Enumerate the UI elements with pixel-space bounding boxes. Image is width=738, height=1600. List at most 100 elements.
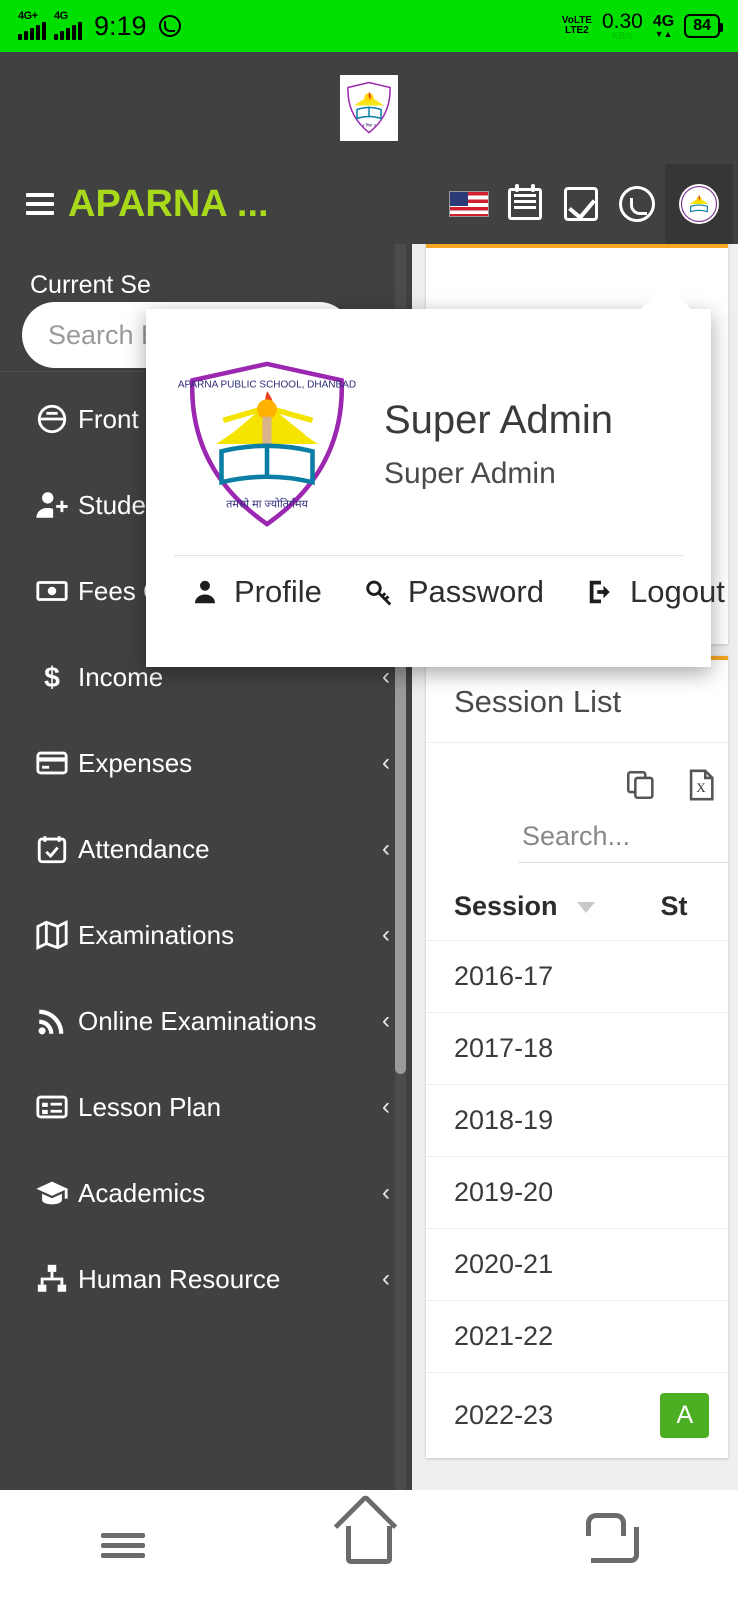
status-badge: A: [660, 1393, 710, 1438]
password-button-label: Password: [407, 574, 544, 609]
battery-indicator: 84: [684, 14, 723, 38]
network-type-1: 4G+: [18, 10, 38, 22]
data-speed-indicator: 0.30 KB/s: [602, 11, 643, 42]
app-viewport: ॥ विद्या ॥ APARNA ... Current Se Front S…: [0, 52, 738, 1490]
chevron-left-icon: ‹: [382, 1007, 390, 1034]
table-row[interactable]: 2022-23 A: [426, 1372, 728, 1458]
profile-names: Super Admin Super Admin: [358, 390, 613, 498]
table-row[interactable]: 2019-20: [426, 1156, 728, 1229]
sign-out-icon: [589, 580, 610, 604]
language-flag-icon[interactable]: [441, 164, 497, 244]
sidebar-item-label: Academics: [78, 1177, 206, 1208]
profile-button-label: Profile: [234, 574, 322, 609]
profile-button[interactable]: Profile: [190, 574, 322, 610]
cell-status: [660, 1156, 728, 1229]
student-add-icon: [26, 488, 78, 522]
search-input[interactable]: Search...: [518, 813, 728, 863]
chevron-left-icon: ‹: [382, 835, 390, 862]
sidebar-item-academics[interactable]: Academics ‹: [0, 1150, 412, 1236]
whatsapp-notification-icon: [158, 15, 181, 37]
sidebar-item-label: Human Resource: [78, 1263, 281, 1294]
chevron-left-icon: ‹: [382, 1265, 390, 1292]
navbar-icons: [441, 164, 738, 244]
avatar-crest-icon: [680, 185, 718, 223]
excel-export-icon[interactable]: X: [684, 767, 718, 803]
cell-session: 2018-19: [426, 1084, 661, 1157]
school-logo-box: ॥ विद्या ॥: [340, 75, 398, 141]
rss-icon: [26, 1004, 78, 1038]
table-row[interactable]: 2017-18: [426, 1012, 728, 1085]
home-icon[interactable]: [337, 1518, 401, 1572]
cell-session: 2021-22: [426, 1300, 661, 1373]
sidebar-item-online-examinations[interactable]: Online Examinations ‹: [0, 978, 412, 1064]
table-tools: X: [426, 743, 728, 813]
table-row[interactable]: 2016-17: [426, 940, 728, 1013]
session-table: Session St 2016-17 2017-18 2018-19 2019-…: [426, 869, 728, 1458]
sidebar-item-label: Examinations: [78, 919, 235, 950]
session-list-card: Session List X Search... Session St 2016…: [426, 656, 728, 1458]
logout-button[interactable]: Logout: [586, 574, 725, 610]
cell-status: A: [660, 1372, 728, 1458]
sidebar-item-human-resource[interactable]: Human Resource ‹: [0, 1236, 412, 1322]
signal-bars-2-icon: 4G: [54, 10, 82, 40]
brand-title: APARNA ...: [68, 182, 269, 225]
list-alt-icon: [26, 1090, 78, 1124]
front-office-icon: [26, 402, 78, 436]
calendar-icon[interactable]: [497, 164, 553, 244]
chevron-left-icon: ‹: [382, 1179, 390, 1206]
svg-text:$: $: [44, 662, 60, 694]
chevron-left-icon: ‹: [382, 663, 390, 690]
search-placeholder: Search E: [48, 319, 160, 350]
hamburger-icon[interactable]: [26, 193, 54, 215]
credit-card-icon: [26, 746, 78, 780]
sort-caret-icon: [577, 902, 596, 914]
clock-time: 9:19: [94, 10, 147, 41]
logout-button-label: Logout: [629, 574, 725, 609]
android-nav-bar: [0, 1490, 738, 1600]
sidebar-item-expenses[interactable]: Expenses ‹: [0, 720, 412, 806]
app-navbar: APARNA ...: [0, 164, 738, 244]
profile-name: Super Admin: [384, 398, 614, 442]
table-row[interactable]: 2018-19: [426, 1084, 728, 1157]
column-header-session[interactable]: Session: [426, 869, 660, 941]
svg-text:X: X: [696, 781, 705, 795]
checkbox-icon[interactable]: [553, 164, 609, 244]
volte-indicator: VoLTE LTE2: [562, 15, 592, 37]
avatar[interactable]: [665, 164, 733, 244]
svg-text:APARNA PUBLIC SCHOOL, DHANBAD: APARNA PUBLIC SCHOOL, DHANBAD: [178, 380, 356, 391]
sitemap-icon: [26, 1262, 78, 1296]
cell-status: [660, 1300, 728, 1373]
sidebar-item-attendance[interactable]: Attendance ‹: [0, 806, 412, 892]
chevron-left-icon: ‹: [382, 749, 390, 776]
table-row[interactable]: 2020-21: [426, 1228, 728, 1301]
network-arrows-icon: ▼▲: [654, 28, 673, 39]
profile-dropdown-actions: Profile Password Logout: [146, 556, 725, 610]
password-button[interactable]: Password: [364, 574, 544, 610]
svg-text:॥ विद्या ॥: ॥ विद्या ॥: [362, 123, 376, 128]
sidebar-item-lesson-plan[interactable]: Lesson Plan ‹: [0, 1064, 412, 1150]
status-left: 4G+ 4G 9:19: [18, 10, 181, 42]
chevron-left-icon: ‹: [382, 921, 390, 948]
network-indicator-right: 4G ▼▲: [653, 13, 674, 39]
cell-session: 2016-17: [426, 940, 661, 1013]
cell-status: [660, 1084, 728, 1157]
whatsapp-icon[interactable]: [609, 164, 665, 244]
table-row[interactable]: 2021-22: [426, 1300, 728, 1373]
network-type-2: 4G: [54, 10, 68, 22]
calendar-check-icon: [26, 832, 78, 866]
brand-area[interactable]: APARNA ...: [26, 183, 269, 226]
volte-line-2: LTE2: [565, 25, 589, 36]
sidebar-item-examinations[interactable]: Examinations ‹: [0, 892, 412, 978]
cell-session: 2022-23: [426, 1372, 661, 1458]
user-icon: [195, 580, 215, 604]
school-crest-icon: ॥ विद्या ॥: [347, 81, 391, 134]
table-header-row: Session St: [426, 869, 728, 941]
back-icon[interactable]: [583, 1513, 647, 1572]
page-title: Session List: [426, 660, 728, 743]
recent-apps-icon[interactable]: [91, 1518, 155, 1572]
table-search[interactable]: Search...: [426, 813, 728, 869]
sidebar-item-label: Lesson Plan: [78, 1091, 222, 1122]
status-right: VoLTE LTE2 0.30 KB/s 4G ▼▲ 84: [562, 11, 723, 42]
column-header-status[interactable]: St: [660, 869, 728, 941]
copy-icon[interactable]: [624, 767, 658, 803]
